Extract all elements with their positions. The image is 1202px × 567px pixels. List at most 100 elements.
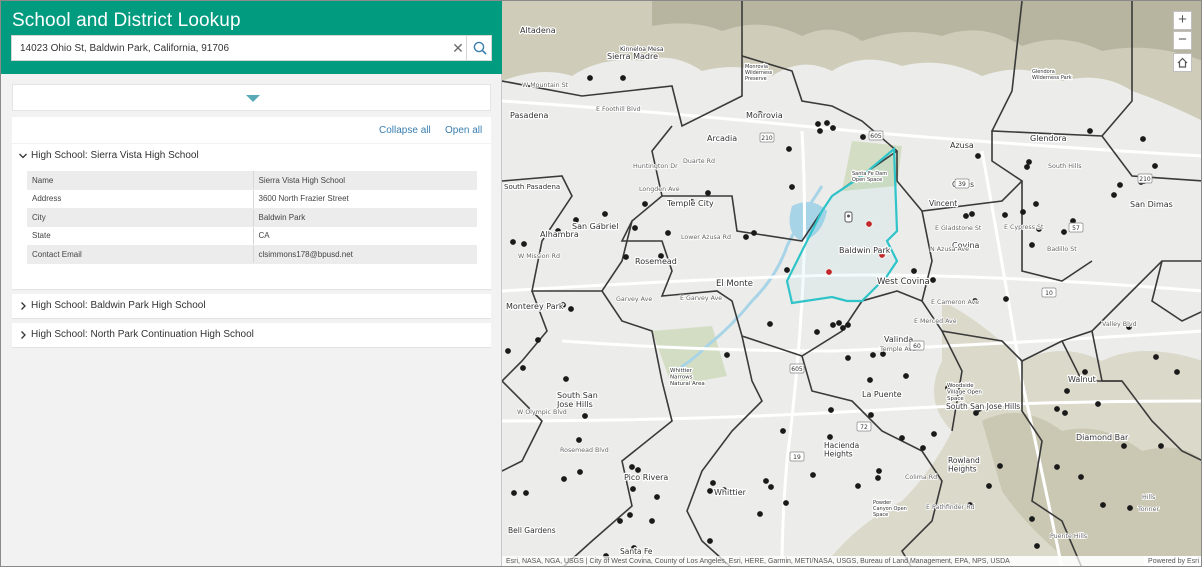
school-marker[interactable]	[629, 464, 635, 470]
school-marker[interactable]	[817, 128, 823, 134]
school-marker[interactable]	[649, 518, 655, 524]
school-marker[interactable]	[1095, 401, 1101, 407]
school-marker[interactable]	[620, 75, 626, 81]
zoom-in-button[interactable]: +	[1173, 11, 1192, 30]
school-marker[interactable]	[870, 352, 876, 358]
school-marker[interactable]	[630, 486, 636, 492]
school-marker[interactable]	[1062, 410, 1068, 416]
search-button[interactable]	[466, 36, 492, 60]
school-marker[interactable]	[840, 325, 846, 331]
school-marker[interactable]	[1003, 296, 1009, 302]
school-marker[interactable]	[623, 254, 629, 260]
school-marker[interactable]	[920, 445, 926, 451]
school-marker[interactable]	[780, 428, 786, 434]
school-marker[interactable]	[705, 190, 711, 196]
school-marker[interactable]	[786, 146, 792, 152]
school-marker[interactable]	[1140, 136, 1146, 142]
school-marker[interactable]	[845, 322, 851, 328]
school-marker[interactable]	[815, 121, 821, 127]
school-marker[interactable]	[789, 184, 795, 190]
school-marker[interactable]	[827, 434, 833, 440]
school-marker[interactable]	[768, 484, 774, 490]
school-marker[interactable]	[963, 213, 969, 219]
school-marker[interactable]	[576, 437, 582, 443]
school-marker[interactable]	[582, 413, 588, 419]
panel-toggle[interactable]	[12, 84, 491, 111]
school-marker[interactable]	[763, 478, 769, 484]
school-marker[interactable]	[931, 431, 937, 437]
school-marker[interactable]	[1111, 192, 1117, 198]
map-view[interactable]: Altadena Sierra Madre Monrovia Azusa Glendor…	[502, 1, 1202, 567]
school-marker[interactable]	[911, 268, 917, 274]
powered-by-esri[interactable]: Powered by Esri	[1144, 556, 1199, 566]
school-marker[interactable]	[1029, 516, 1035, 522]
school-marker[interactable]	[1061, 229, 1067, 235]
school-marker[interactable]	[1026, 159, 1032, 165]
school-marker[interactable]	[587, 75, 593, 81]
home-button[interactable]	[1173, 53, 1192, 72]
school-marker[interactable]	[845, 355, 851, 361]
school-marker[interactable]	[1153, 354, 1159, 360]
school-marker[interactable]	[930, 277, 936, 283]
school-marker[interactable]	[743, 234, 749, 240]
school-marker[interactable]	[860, 134, 866, 140]
school-marker[interactable]	[707, 488, 713, 494]
school-marker[interactable]	[1100, 502, 1106, 508]
school-marker[interactable]	[836, 320, 842, 326]
school-marker[interactable]	[757, 511, 763, 517]
school-marker[interactable]	[1158, 443, 1164, 449]
clear-search-button[interactable]: ✕	[450, 40, 466, 56]
school-marker[interactable]	[1034, 543, 1040, 549]
school-marker[interactable]	[724, 352, 730, 358]
open-all-link[interactable]: Open all	[445, 125, 482, 136]
school-marker[interactable]	[505, 348, 511, 354]
school-marker[interactable]	[975, 153, 981, 159]
school-marker[interactable]	[642, 201, 648, 207]
school-marker[interactable]	[510, 239, 516, 245]
school-marker[interactable]	[617, 518, 623, 524]
school-marker[interactable]	[875, 475, 881, 481]
school-marker[interactable]	[1174, 369, 1180, 375]
search-input[interactable]	[12, 36, 452, 60]
school-marker[interactable]	[1152, 163, 1158, 169]
school-marker[interactable]	[707, 538, 713, 544]
school-marker[interactable]	[627, 512, 633, 518]
school-marker[interactable]	[1029, 242, 1035, 248]
school-marker[interactable]	[830, 322, 836, 328]
school-marker[interactable]	[1020, 209, 1026, 215]
school-marker[interactable]	[903, 373, 909, 379]
school-marker[interactable]	[563, 376, 569, 382]
school-marker[interactable]	[969, 211, 975, 217]
school-marker[interactable]	[868, 412, 874, 418]
school-marker[interactable]	[568, 306, 574, 312]
school-marker[interactable]	[1024, 164, 1030, 170]
school-marker[interactable]	[1121, 443, 1127, 449]
school-marker[interactable]	[1117, 182, 1123, 188]
school-marker[interactable]	[577, 469, 583, 475]
school-marker[interactable]	[784, 267, 790, 273]
school-marker[interactable]	[1064, 388, 1070, 394]
collapse-all-link[interactable]: Collapse all	[379, 125, 431, 136]
school-marker[interactable]	[710, 480, 716, 486]
school-marker[interactable]	[828, 407, 834, 413]
school-marker[interactable]	[521, 241, 527, 247]
result-marker[interactable]	[865, 220, 873, 228]
school-marker[interactable]	[783, 500, 789, 506]
school-marker[interactable]	[997, 463, 1003, 469]
school-marker[interactable]	[654, 494, 660, 500]
school-marker[interactable]	[751, 230, 757, 236]
map-canvas[interactable]: Altadena Sierra Madre Monrovia Azusa Glendor…	[502, 1, 1202, 567]
zoom-out-button[interactable]: −	[1173, 31, 1192, 50]
school-marker[interactable]	[855, 483, 861, 489]
school-marker[interactable]	[899, 435, 905, 441]
school-marker[interactable]	[767, 321, 773, 327]
school-marker[interactable]	[1127, 505, 1133, 511]
result-header[interactable]: High School: North Park Continuation Hig…	[12, 323, 491, 347]
school-marker[interactable]	[1002, 212, 1008, 218]
school-marker[interactable]	[1054, 406, 1060, 412]
school-marker[interactable]	[814, 329, 820, 335]
result-header[interactable]: High School: Baldwin Park High School	[12, 294, 491, 318]
school-marker[interactable]	[1078, 474, 1084, 480]
school-marker[interactable]	[810, 472, 816, 478]
school-marker[interactable]	[535, 337, 541, 343]
